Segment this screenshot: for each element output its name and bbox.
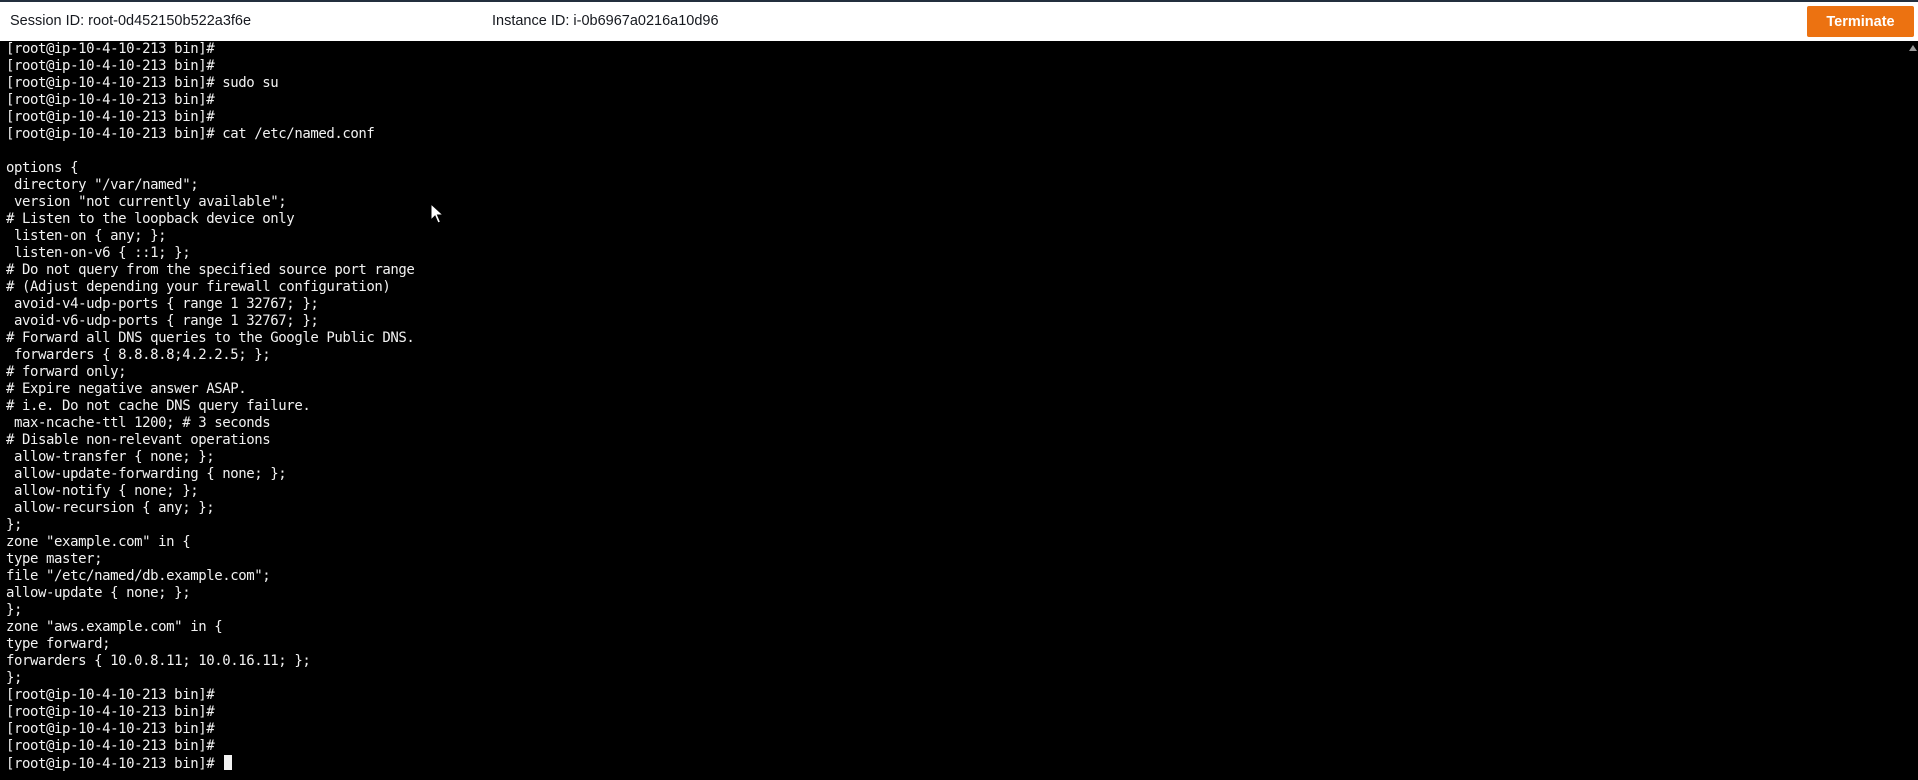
terminal-output: [root@ip-10-4-10-213 bin]# [root@ip-10-4-…	[6, 41, 415, 772]
terminal-line: zone "example.com" in {	[6, 534, 191, 550]
terminal-line: allow-transfer { none; };	[6, 449, 215, 465]
terminal-scrollbar[interactable]	[1906, 41, 1918, 780]
session-header: Session ID: root-0d452150b522a3f6e Insta…	[0, 0, 1918, 41]
terminal-line: # Expire negative answer ASAP.	[6, 381, 247, 397]
terminal-line: forwarders { 8.8.8.8;4.2.2.5; };	[6, 347, 271, 363]
terminal-line: [root@ip-10-4-10-213 bin]# sudo su	[6, 75, 279, 91]
scroll-up-arrow-icon[interactable]	[1909, 45, 1917, 51]
terminal-window[interactable]: [root@ip-10-4-10-213 bin]# [root@ip-10-4-…	[0, 41, 1906, 780]
mouse-pointer-icon	[430, 203, 444, 224]
terminal-line: [root@ip-10-4-10-213 bin]#	[6, 109, 215, 125]
terminal-line: [root@ip-10-4-10-213 bin]#	[6, 92, 215, 108]
terminal-line: zone "aws.example.com" in {	[6, 619, 223, 635]
terminal-line: directory "/var/named";	[6, 177, 199, 193]
terminal-line: };	[6, 602, 23, 618]
terminal-line: # forward only;	[6, 364, 127, 380]
terminal-line: allow-recursion { any; };	[6, 500, 215, 516]
terminal-line: file "/etc/named/db.example.com";	[6, 568, 271, 584]
terminal-line: listen-on-v6 { ::1; };	[6, 245, 191, 261]
terminal-line: forwarders { 10.0.8.11; 10.0.16.11; };	[6, 653, 311, 669]
terminal-line: # (Adjust depending your firewall config…	[6, 279, 391, 295]
instance-id-label: Instance ID: i-0b6967a0216a10d96	[492, 13, 719, 29]
terminal-line: # Forward all DNS queries to the Google …	[6, 330, 415, 346]
terminal-line: type master;	[6, 551, 103, 567]
terminal-line: [root@ip-10-4-10-213 bin]#	[6, 687, 215, 703]
terminate-button[interactable]: Terminate	[1807, 6, 1914, 37]
terminal-line: [root@ip-10-4-10-213 bin]# cat /etc/name…	[6, 126, 375, 142]
terminal-prompt-line[interactable]: [root@ip-10-4-10-213 bin]#	[6, 755, 414, 772]
terminal-line: type forward;	[6, 636, 111, 652]
terminal-line: };	[6, 670, 23, 686]
terminal-line: avoid-v4-udp-ports { range 1 32767; };	[6, 296, 319, 312]
terminal-line: allow-update { none; };	[6, 585, 191, 601]
terminal-line: # Do not query from the specified source…	[6, 262, 415, 278]
terminal-line: [root@ip-10-4-10-213 bin]#	[6, 738, 215, 754]
terminal-line: # Disable non-relevant operations	[6, 432, 271, 448]
terminal-line: avoid-v6-udp-ports { range 1 32767; };	[6, 313, 319, 329]
terminal-line: options {	[6, 160, 79, 176]
session-id-label: Session ID: root-0d452150b522a3f6e	[10, 13, 252, 29]
terminal-prompt: [root@ip-10-4-10-213 bin]#	[6, 756, 223, 772]
terminal-line: [root@ip-10-4-10-213 bin]#	[6, 41, 215, 57]
terminal-line: [root@ip-10-4-10-213 bin]#	[6, 704, 215, 720]
terminal-line: listen-on { any; };	[6, 228, 167, 244]
terminal-line: max-ncache-ttl 1200; # 3 seconds	[6, 415, 271, 431]
terminal-line: allow-update-forwarding { none; };	[6, 466, 287, 482]
terminal-line: allow-notify { none; };	[6, 483, 199, 499]
terminal-line: version "not currently available";	[6, 194, 287, 210]
terminal-line: [root@ip-10-4-10-213 bin]#	[6, 721, 215, 737]
terminal-line: };	[6, 517, 23, 533]
terminal-line: # Listen to the loopback device only	[6, 211, 295, 227]
text-cursor	[224, 755, 233, 770]
terminal-line: [root@ip-10-4-10-213 bin]#	[6, 58, 215, 74]
terminal-line: # i.e. Do not cache DNS query failure.	[6, 398, 311, 414]
